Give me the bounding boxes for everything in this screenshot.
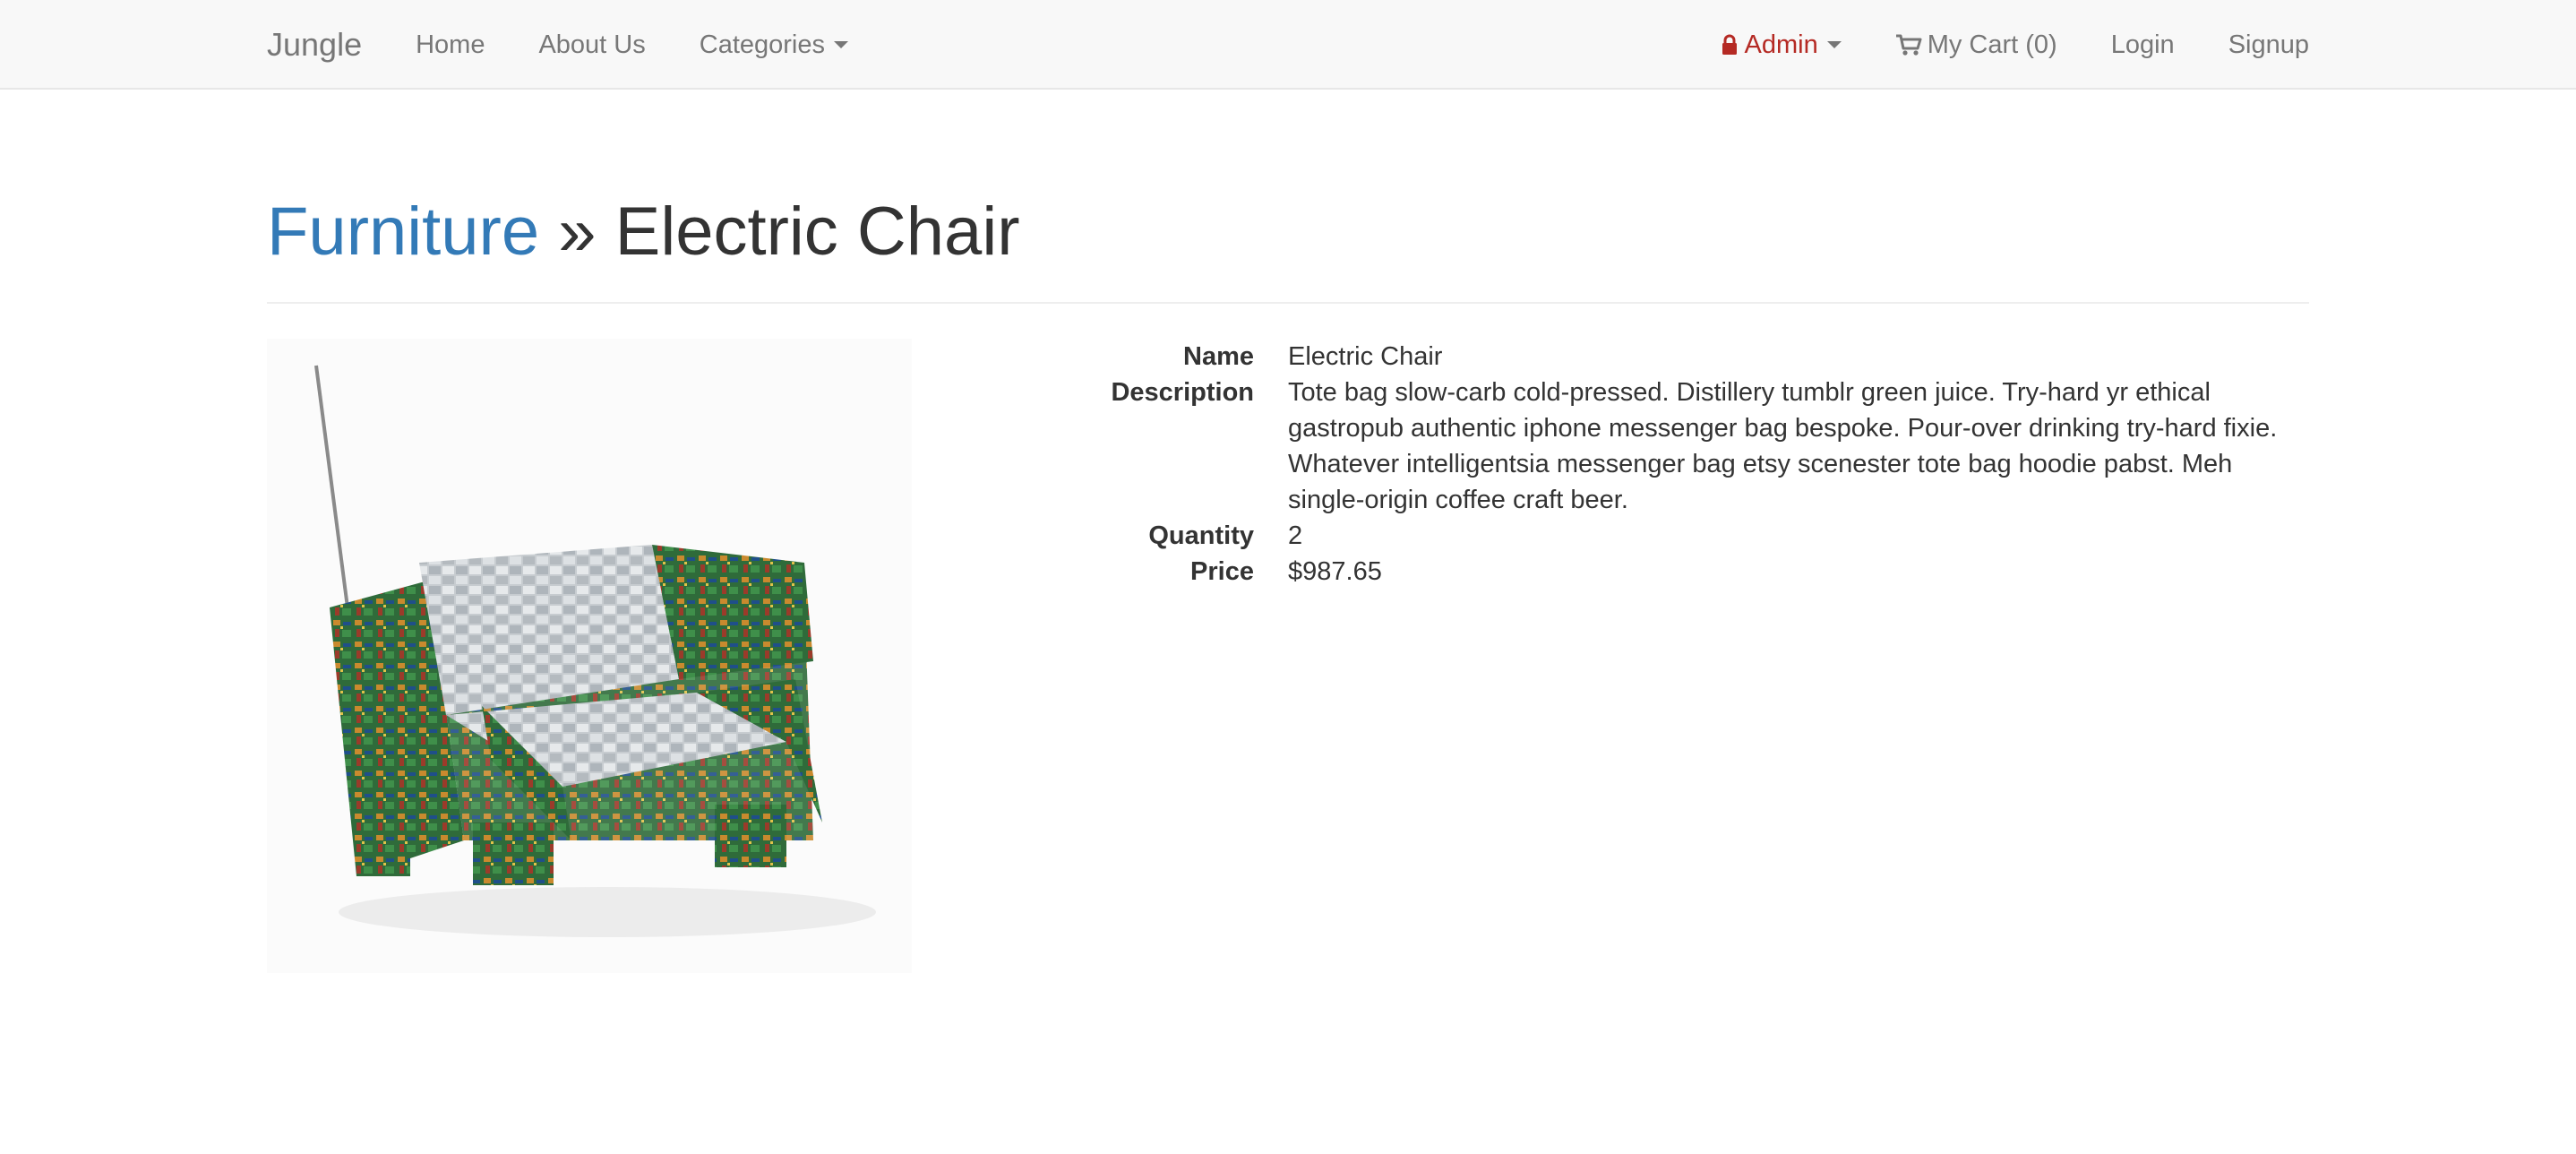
price-label: Price xyxy=(1190,557,1254,586)
product-details: Name Electric Chair Description Tote bag… xyxy=(1075,339,2311,590)
name-value: Electric Chair xyxy=(1288,342,1443,371)
admin-label: Admin xyxy=(1744,30,1818,59)
chevron-down-icon xyxy=(1826,41,1842,48)
nav-home-link[interactable]: Home xyxy=(416,30,485,60)
breadcrumb-product: Electric Chair xyxy=(614,194,1020,270)
detail-row-description: Description Tote bag slow-carb cold-pres… xyxy=(1075,375,2311,518)
cart-label: My Cart (0) xyxy=(1927,30,2057,59)
chair-illustration xyxy=(314,365,876,937)
page-header: Furniture » Electric Chair xyxy=(267,193,2309,304)
quantity-value: 2 xyxy=(1288,521,1303,550)
quantity-label: Quantity xyxy=(1148,521,1254,550)
admin-dropdown[interactable]: Admin xyxy=(1722,30,1842,60)
login-link[interactable]: Login xyxy=(2111,30,2175,60)
navbar-inner: Jungle Home About Us Categories Admin My… xyxy=(267,0,2309,90)
detail-row-name: Name Electric Chair xyxy=(1075,339,2311,375)
categories-dropdown[interactable]: Categories xyxy=(700,30,848,60)
description-value: Tote bag slow-carb cold-pressed. Distill… xyxy=(1288,378,2278,514)
name-label: Name xyxy=(1183,342,1254,371)
page-title: Furniture » Electric Chair xyxy=(267,193,2309,271)
nav-right: Admin My Cart (0) Login Signup xyxy=(1722,30,2309,60)
detail-row-price: Price $987.65 xyxy=(1075,554,2311,590)
price-value: $987.65 xyxy=(1288,557,1382,586)
signup-link[interactable]: Signup xyxy=(2228,30,2309,60)
breadcrumb-category-link[interactable]: Furniture xyxy=(267,194,539,270)
chevron-down-icon xyxy=(834,41,848,48)
navbar: Jungle Home About Us Categories Admin My… xyxy=(0,0,2576,90)
cart-link[interactable]: My Cart (0) xyxy=(1895,30,2057,60)
cart-icon xyxy=(1895,34,1922,56)
breadcrumb-separator: » xyxy=(539,194,615,270)
brand-link[interactable]: Jungle xyxy=(267,26,362,64)
nav-about-link[interactable]: About Us xyxy=(538,30,645,60)
categories-label: Categories xyxy=(699,30,825,59)
description-label: Description xyxy=(1111,378,1254,407)
product-image xyxy=(267,339,912,973)
lock-icon xyxy=(1722,34,1737,55)
detail-row-quantity: Quantity 2 xyxy=(1075,518,2311,554)
